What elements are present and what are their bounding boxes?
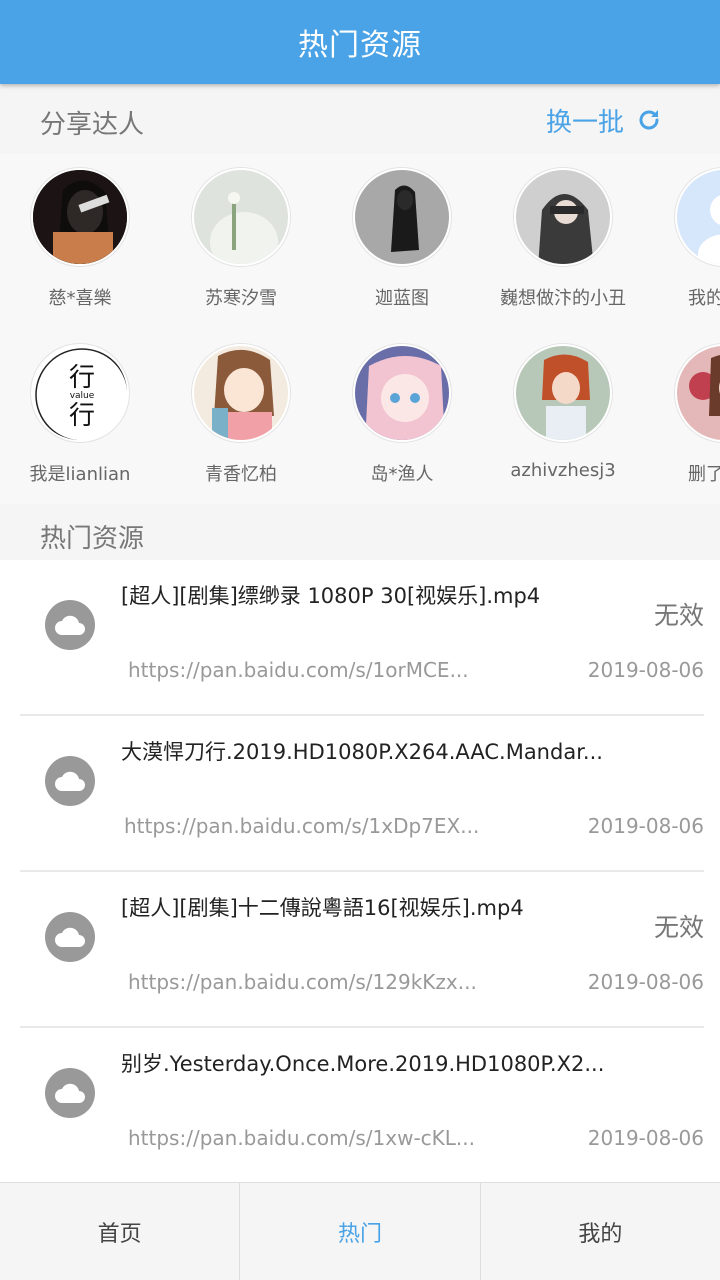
user-card[interactable]: 删了我们 <box>639 344 720 486</box>
bottom-tab-bar: 首页 热门 我的 <box>0 1182 720 1280</box>
user-card[interactable]: 行 value 行 我是lianlian <box>0 344 165 486</box>
svg-text:行: 行 <box>69 363 95 393</box>
user-name: 岛*渔人 <box>370 464 434 485</box>
list-item[interactable]: 别岁.Yesterday.Once.More.2019.HD1080P.X2..… <box>20 1028 704 1182</box>
resource-url: https://pan.baidu.com/s/1xw-cKL... <box>128 1126 475 1150</box>
user-card[interactable]: 迦蓝图 <box>317 168 487 310</box>
resource-title: [超人][剧集]缥缈录 1080P 30[视娱乐].mp4 <box>121 584 541 608</box>
cloud-icon <box>45 912 95 962</box>
app-bar: 热门资源 <box>0 0 720 84</box>
user-name: 我的名字 <box>688 288 720 309</box>
resource-url: https://pan.baidu.com/s/1xDp7EX... <box>124 814 480 838</box>
status-badge: 无效 <box>653 913 704 942</box>
page-title: 热门资源 <box>298 28 422 63</box>
user-name: 删了我们 <box>688 464 720 485</box>
resource-date: 2019-08-06 <box>587 970 704 994</box>
avatar <box>192 168 290 266</box>
list-item[interactable]: 大漠悍刀行.2019.HD1080P.X264.AAC.Mandar... ht… <box>20 716 704 872</box>
share-section-title: 分享达人 <box>40 110 145 140</box>
avatar <box>675 344 720 442</box>
user-name: 我是lianlian <box>29 464 131 485</box>
avatar <box>31 168 129 266</box>
user-name: 青香忆柏 <box>205 464 277 485</box>
cloud-icon <box>45 1068 95 1118</box>
user-card[interactable]: 苏寒汐雪 <box>156 168 326 310</box>
avatar <box>353 344 451 442</box>
user-card[interactable]: azhivzhesj3 <box>478 344 648 481</box>
resource-date: 2019-08-06 <box>587 1126 704 1150</box>
user-card[interactable]: 慈*喜樂 <box>0 168 165 310</box>
user-name: azhivzhesj3 <box>510 460 616 481</box>
list-item[interactable]: [超人][剧集]十二傳說粵語16[视娱乐].mp4 无效 https://pan… <box>20 872 704 1028</box>
refresh-icon <box>639 110 659 130</box>
hot-section-header: 热门资源 <box>0 504 720 560</box>
svg-text:行: 行 <box>69 401 95 431</box>
resource-title: [超人][剧集]十二傳說粵語16[视娱乐].mp4 <box>121 896 524 920</box>
tab-mine[interactable]: 我的 <box>481 1183 720 1280</box>
cloud-icon <box>45 600 95 650</box>
svg-text:value: value <box>70 391 95 401</box>
cloud-icon <box>45 756 95 806</box>
avatar <box>353 168 451 266</box>
avatar: 行 value 行 <box>31 344 129 442</box>
status-badge: 无效 <box>653 601 704 630</box>
tab-home[interactable]: 首页 <box>0 1183 241 1280</box>
refresh-batch-button[interactable]: 换一批 <box>546 100 662 140</box>
user-name: 慈*喜樂 <box>48 288 112 309</box>
user-name: 苏寒汐雪 <box>205 288 277 309</box>
resource-date: 2019-08-06 <box>587 814 704 838</box>
resource-date: 2019-08-06 <box>587 658 704 682</box>
hot-section-title: 热门资源 <box>40 524 145 554</box>
user-name: 巍想做汴的小丑 <box>500 288 626 309</box>
resource-title: 大漠悍刀行.2019.HD1080P.X264.AAC.Mandar... <box>121 740 603 764</box>
resource-list: [超人][剧集]缥缈录 1080P 30[视娱乐].mp4 无效 https:/… <box>0 560 720 1182</box>
user-card[interactable]: 我的名字 <box>639 168 720 310</box>
tab-hot[interactable]: 热门 <box>240 1183 481 1280</box>
resource-title: 别岁.Yesterday.Once.More.2019.HD1080P.X2..… <box>121 1052 605 1076</box>
share-section-header: 分享达人 换一批 <box>0 84 720 154</box>
user-name: 迦蓝图 <box>375 288 429 309</box>
avatar <box>675 168 720 266</box>
resource-url: https://pan.baidu.com/s/1orMCE... <box>128 658 469 682</box>
user-card[interactable]: 青香忆柏 <box>156 344 326 486</box>
list-item[interactable]: [超人][剧集]缥缈录 1080P 30[视娱乐].mp4 无效 https:/… <box>20 560 704 716</box>
refresh-batch-label: 换一批 <box>546 107 625 138</box>
user-grid: 慈*喜樂 苏寒汐雪 迦蓝图 巍想做汴的小丑 我的名字 行value行 我是lia… <box>0 154 720 504</box>
resource-url: https://pan.baidu.com/s/129kKzx... <box>128 970 477 994</box>
avatar <box>514 168 612 266</box>
user-card[interactable]: 巍想做汴的小丑 <box>478 168 648 310</box>
avatar <box>192 344 290 442</box>
avatar <box>514 344 612 442</box>
user-card[interactable]: 岛*渔人 <box>317 344 487 486</box>
